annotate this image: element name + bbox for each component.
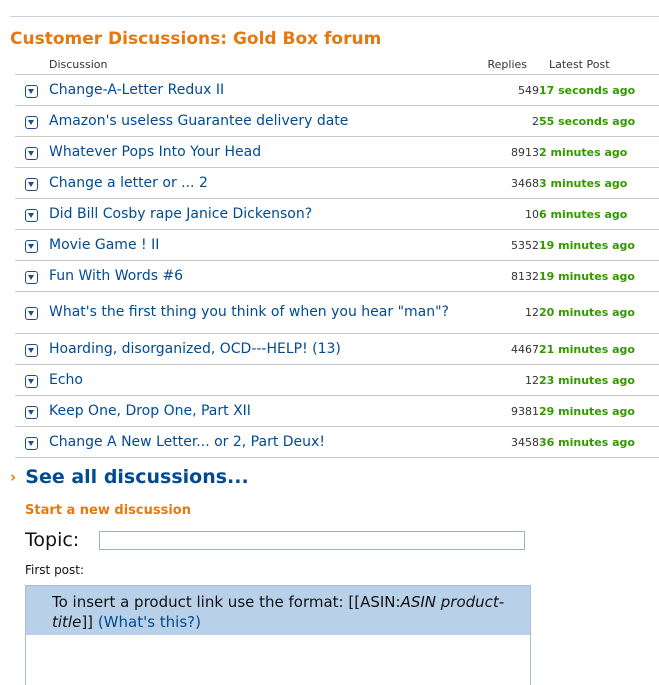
table-row: What's the first thing you think of when… xyxy=(15,291,659,334)
discussion-table: Discussion Replies Latest Post Change-A-… xyxy=(15,55,659,458)
forum-title: Customer Discussions: Gold Box forum xyxy=(10,29,382,49)
reply-count: 12 xyxy=(449,364,539,396)
reply-count: 12 xyxy=(449,291,539,334)
chevron-down-icon[interactable] xyxy=(25,239,38,253)
latest-post-time[interactable]: 23 minutes ago xyxy=(539,364,659,396)
whats-this-link[interactable]: (What's this?) xyxy=(98,613,201,631)
product-link-hint: To insert a product link use the format:… xyxy=(26,586,530,635)
table-row: Change a letter or ... 2 3468 3 minutes … xyxy=(15,167,659,199)
topic-label: Topic: xyxy=(25,529,80,551)
table-row: Hoarding, disorganized, OCD---HELP! (13)… xyxy=(15,333,659,365)
latest-post-time[interactable]: 17 seconds ago xyxy=(539,74,659,106)
discussion-title-link[interactable]: Did Bill Cosby rape Janice Dickenson? xyxy=(49,198,449,230)
top-divider xyxy=(10,16,659,17)
chevron-down-icon[interactable] xyxy=(25,405,38,419)
see-all-discussions: › See all discussions... xyxy=(10,466,249,488)
reply-count: 3458 xyxy=(449,426,539,458)
hint-suffix: ]] xyxy=(81,613,94,631)
reply-count: 10 xyxy=(449,198,539,230)
latest-post-time[interactable]: 3 minutes ago xyxy=(539,167,659,199)
table-row: Fun With Words #6 8132 19 minutes ago xyxy=(15,260,659,292)
reply-count: 3468 xyxy=(449,167,539,199)
reply-count: 549 xyxy=(449,74,539,106)
reply-count: 9381 xyxy=(449,395,539,427)
chevron-down-icon[interactable] xyxy=(25,270,38,284)
discussion-title-link[interactable]: Keep One, Drop One, Part XII xyxy=(49,395,449,427)
chevron-down-icon[interactable] xyxy=(25,177,38,191)
latest-post-time[interactable]: 55 seconds ago xyxy=(539,105,659,137)
reply-count: 4467 xyxy=(449,333,539,365)
latest-post-time[interactable]: 6 minutes ago xyxy=(539,198,659,230)
table-row: Change A New Letter... or 2, Part Deux! … xyxy=(15,426,659,458)
latest-post-time[interactable]: 19 minutes ago xyxy=(539,229,659,261)
table-row: Change-A-Letter Redux II 549 17 seconds … xyxy=(15,74,659,106)
discussion-title-link[interactable]: Change A New Letter... or 2, Part Deux! xyxy=(49,426,449,458)
reply-count: 5352 xyxy=(449,229,539,261)
header-discussion: Discussion xyxy=(49,55,449,75)
chevron-down-icon[interactable] xyxy=(25,208,38,222)
discussion-title-link[interactable]: Hoarding, disorganized, OCD---HELP! (13) xyxy=(49,333,449,365)
discussion-title-link[interactable]: Amazon's useless Guarantee delivery date xyxy=(49,105,449,137)
table-row: Amazon's useless Guarantee delivery date… xyxy=(15,105,659,137)
discussion-title-link[interactable]: Movie Game ! II xyxy=(49,229,449,261)
chevron-right-icon: › xyxy=(10,468,17,486)
latest-post-time[interactable]: 29 minutes ago xyxy=(539,395,659,427)
table-row: Keep One, Drop One, Part XII 9381 29 min… xyxy=(15,395,659,427)
discussion-title-link[interactable]: Fun With Words #6 xyxy=(49,260,449,292)
chevron-down-icon[interactable] xyxy=(25,436,38,450)
discussion-title-link[interactable]: Echo xyxy=(49,364,449,396)
discussion-title-link[interactable]: What's the first thing you think of when… xyxy=(49,291,449,334)
header-icon-spacer xyxy=(15,55,49,75)
chevron-down-icon[interactable] xyxy=(25,307,38,320)
table-header-row: Discussion Replies Latest Post xyxy=(15,55,659,75)
table-row: Whatever Pops Into Your Head 8913 2 minu… xyxy=(15,136,659,168)
reply-count: 8913 xyxy=(449,136,539,168)
chevron-down-icon[interactable] xyxy=(25,343,38,357)
latest-post-time[interactable]: 21 minutes ago xyxy=(539,333,659,365)
see-all-discussions-link[interactable]: See all discussions... xyxy=(25,466,248,488)
start-new-discussion-heading: Start a new discussion xyxy=(25,503,191,518)
table-row: Echo 12 23 minutes ago xyxy=(15,364,659,396)
latest-post-time[interactable]: 2 minutes ago xyxy=(539,136,659,168)
reply-count: 2 xyxy=(449,105,539,137)
table-row: Did Bill Cosby rape Janice Dickenson? 10… xyxy=(15,198,659,230)
chevron-down-icon[interactable] xyxy=(25,146,38,160)
first-post-label: First post: xyxy=(25,563,85,577)
chevron-down-icon[interactable] xyxy=(25,84,38,98)
discussion-title-link[interactable]: Change a letter or ... 2 xyxy=(49,167,449,199)
latest-post-time[interactable]: 36 minutes ago xyxy=(539,426,659,458)
header-latest-post: Latest Post xyxy=(539,55,659,75)
topic-input[interactable] xyxy=(99,531,525,550)
reply-count: 8132 xyxy=(449,260,539,292)
chevron-down-icon[interactable] xyxy=(25,374,38,388)
hint-prefix: To insert a product link use the format:… xyxy=(52,593,401,611)
discussion-title-link[interactable]: Whatever Pops Into Your Head xyxy=(49,136,449,168)
discussion-title-link[interactable]: Change-A-Letter Redux II xyxy=(49,74,449,106)
latest-post-time[interactable]: 19 minutes ago xyxy=(539,260,659,292)
latest-post-time[interactable]: 20 minutes ago xyxy=(539,291,659,334)
header-replies: Replies xyxy=(449,55,539,75)
chevron-down-icon[interactable] xyxy=(25,115,38,129)
first-post-textarea[interactable]: To insert a product link use the format:… xyxy=(25,585,531,685)
table-row: Movie Game ! II 5352 19 minutes ago xyxy=(15,229,659,261)
